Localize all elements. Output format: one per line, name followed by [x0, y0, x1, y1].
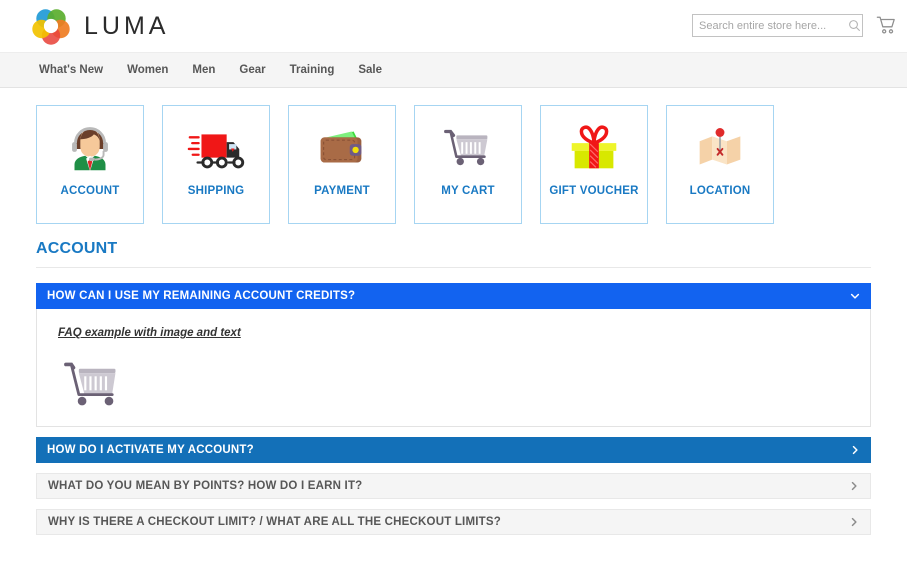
- faq-question-label: WHY IS THERE A CHECKOUT LIMIT? / WHAT AR…: [48, 516, 501, 528]
- faq-question-3[interactable]: WHAT DO YOU MEAN BY POINTS? HOW DO I EAR…: [36, 473, 871, 499]
- tile-shipping[interactable]: SHIPPING: [162, 105, 270, 224]
- tile-account[interactable]: ACCOUNT: [36, 105, 144, 224]
- tile-label: SHIPPING: [187, 185, 245, 197]
- search-input[interactable]: [693, 15, 847, 36]
- shopping-cart-icon: [876, 16, 895, 34]
- main-navigation: What's New Women Men Gear Training Sale: [0, 52, 907, 88]
- faq-answer-1: FAQ example with image and text: [36, 309, 871, 427]
- luma-ring-logo-icon: [32, 9, 70, 45]
- minicart-button[interactable]: [873, 12, 899, 38]
- search-box[interactable]: [692, 14, 863, 37]
- faq-accordion: HOW CAN I USE MY REMAINING ACCOUNT CREDI…: [36, 283, 871, 535]
- tile-label: MY CART: [441, 185, 495, 197]
- tile-label: GIFT VOUCHER: [549, 185, 639, 197]
- tile-my-cart[interactable]: MY CART: [414, 105, 522, 224]
- tile-payment[interactable]: PAYMENT: [288, 105, 396, 224]
- delivery-truck-icon: [187, 134, 245, 169]
- faq-question-2[interactable]: HOW DO I ACTIVATE MY ACCOUNT?: [36, 437, 871, 463]
- shopping-cart-illustration-icon: [64, 362, 116, 406]
- support-agent-icon: [72, 127, 108, 172]
- chevron-right-icon: [851, 481, 857, 491]
- wallet-icon: [320, 131, 362, 163]
- page-content: ACCOUNT SHIPPING PAYMENT MY CART GIFT VO…: [0, 88, 907, 535]
- nav-item-training[interactable]: Training: [278, 64, 347, 76]
- chevron-down-icon: [850, 293, 860, 299]
- nav-item-gear[interactable]: Gear: [227, 64, 277, 76]
- tile-label: LOCATION: [689, 185, 751, 197]
- gift-box-icon: [571, 125, 617, 169]
- nav-item-sale[interactable]: Sale: [346, 64, 394, 76]
- tile-label: PAYMENT: [314, 185, 370, 197]
- map-pin-icon: [699, 128, 741, 165]
- chevron-right-icon: [852, 445, 858, 455]
- faq-question-1[interactable]: HOW CAN I USE MY REMAINING ACCOUNT CREDI…: [36, 283, 871, 309]
- brand-name: LUMA: [84, 11, 170, 40]
- nav-item-men[interactable]: Men: [180, 64, 227, 76]
- faq-question-4[interactable]: WHY IS THERE A CHECKOUT LIMIT? / WHAT AR…: [36, 509, 871, 535]
- faq-question-label: WHAT DO YOU MEAN BY POINTS? HOW DO I EAR…: [48, 480, 363, 492]
- search-button[interactable]: [847, 15, 862, 36]
- faq-example-link[interactable]: FAQ example with image and text: [58, 327, 241, 339]
- tile-label: ACCOUNT: [60, 185, 120, 197]
- chevron-right-icon: [851, 517, 857, 527]
- tile-location[interactable]: LOCATION: [666, 105, 774, 224]
- nav-item-women[interactable]: Women: [115, 64, 180, 76]
- logo[interactable]: LUMA: [31, 6, 169, 46]
- nav-item-whats-new[interactable]: What's New: [27, 64, 115, 76]
- search-icon: [849, 20, 861, 32]
- tile-gift-voucher[interactable]: GIFT VOUCHER: [540, 105, 648, 224]
- faq-category-tiles: ACCOUNT SHIPPING PAYMENT MY CART GIFT VO…: [0, 88, 907, 224]
- faq-question-label: HOW CAN I USE MY REMAINING ACCOUNT CREDI…: [47, 290, 356, 302]
- faq-question-label: HOW DO I ACTIVATE MY ACCOUNT?: [47, 444, 254, 456]
- page-title: ACCOUNT: [36, 240, 118, 257]
- title-divider: [36, 267, 871, 268]
- shopping-cart-icon: [444, 129, 488, 166]
- site-header: LUMA: [0, 0, 907, 52]
